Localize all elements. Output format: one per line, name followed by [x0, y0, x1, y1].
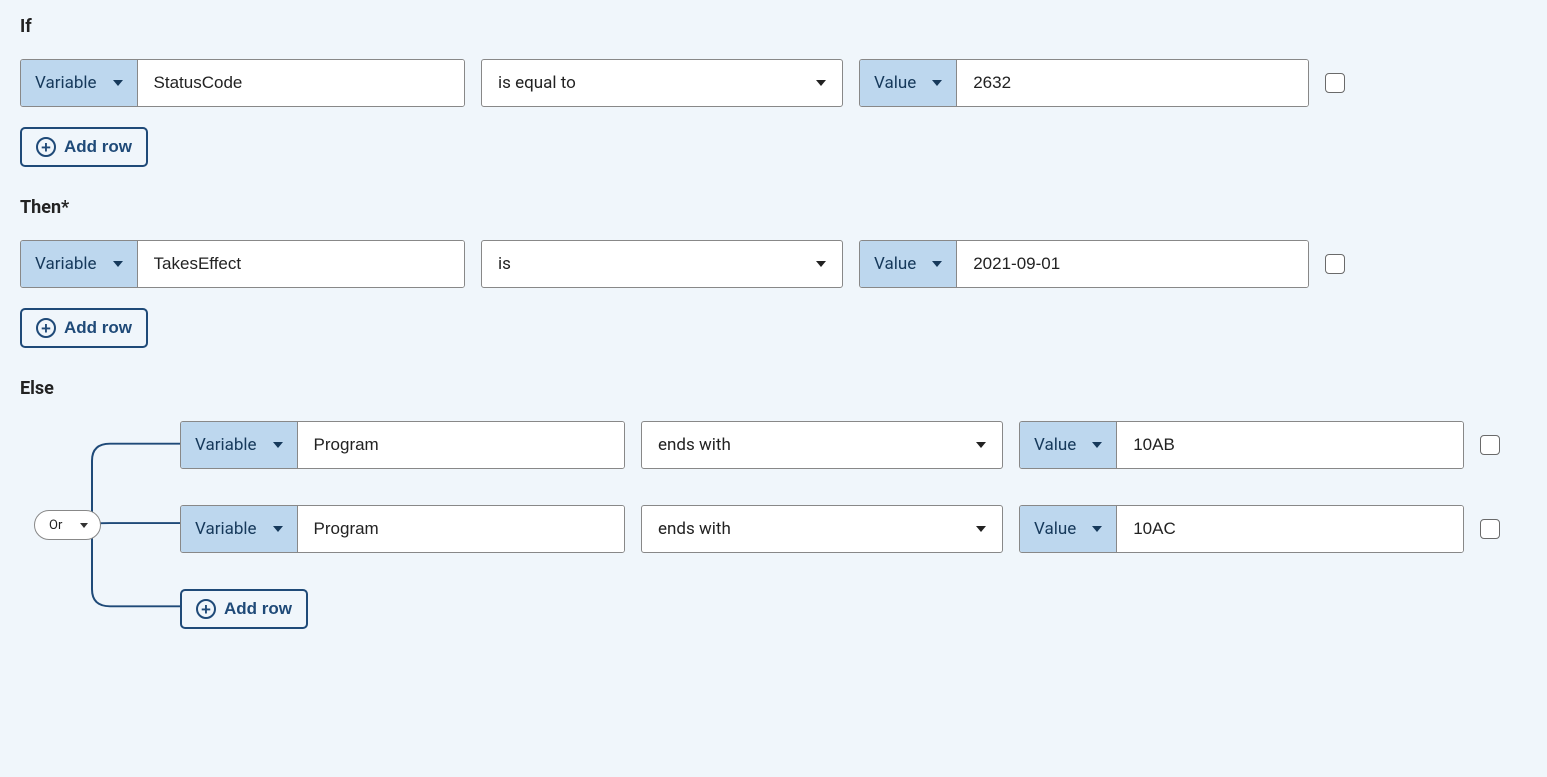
operator-value: is equal to — [498, 73, 576, 93]
variable-name-input[interactable] — [138, 60, 464, 106]
variable-name-input[interactable] — [298, 506, 624, 552]
value-type-select[interactable]: Value — [1020, 422, 1117, 468]
else-section: Else Or Variable — [20, 378, 1527, 629]
value-group: Value — [1019, 421, 1464, 469]
variable-name-input[interactable] — [138, 241, 464, 287]
logic-operator-select[interactable]: Or — [34, 510, 101, 540]
else-label: Else — [20, 378, 1527, 399]
variable-group: Variable — [20, 240, 465, 288]
value-type-select[interactable]: Value — [860, 60, 957, 106]
operator-value: is — [498, 254, 511, 274]
value-input[interactable] — [957, 241, 1308, 287]
chevron-down-icon — [80, 523, 88, 528]
variable-type-select[interactable]: Variable — [21, 60, 138, 106]
operator-value: ends with — [658, 435, 731, 455]
chevron-down-icon — [816, 80, 826, 86]
else-block: Or Variable ends with — [20, 421, 1527, 629]
row-checkbox[interactable] — [1480, 519, 1500, 539]
chevron-down-icon — [1092, 442, 1102, 448]
row-checkbox[interactable] — [1325, 254, 1345, 274]
if-section: If Variable is equal to Value + Add row — [20, 16, 1527, 167]
add-row-label: Add row — [64, 137, 132, 157]
operator-select[interactable]: is equal to — [481, 59, 843, 107]
if-label: If — [20, 16, 1527, 37]
chevron-down-icon — [932, 80, 942, 86]
condition-row: Variable is equal to Value — [20, 59, 1527, 107]
chevron-down-icon — [113, 80, 123, 86]
chevron-down-icon — [976, 442, 986, 448]
value-type-select[interactable]: Value — [860, 241, 957, 287]
operator-value: ends with — [658, 519, 731, 539]
plus-circle-icon: + — [36, 137, 56, 157]
value-type-select[interactable]: Value — [1020, 506, 1117, 552]
value-prefix-label: Value — [1034, 435, 1076, 455]
plus-circle-icon: + — [36, 318, 56, 338]
condition-row: Variable ends with Value — [180, 505, 1527, 553]
add-row-button[interactable]: + Add row — [20, 127, 148, 167]
variable-prefix-label: Variable — [195, 519, 257, 539]
chevron-down-icon — [932, 261, 942, 267]
add-row-label: Add row — [224, 599, 292, 619]
variable-type-select[interactable]: Variable — [181, 422, 298, 468]
value-group: Value — [859, 240, 1309, 288]
chevron-down-icon — [816, 261, 826, 267]
condition-row: Variable ends with Value — [180, 421, 1527, 469]
row-checkbox[interactable] — [1325, 73, 1345, 93]
condition-row: Variable is Value — [20, 240, 1527, 288]
variable-type-select[interactable]: Variable — [21, 241, 138, 287]
value-prefix-label: Value — [874, 254, 916, 274]
chevron-down-icon — [113, 261, 123, 267]
value-group: Value — [859, 59, 1309, 107]
operator-select[interactable]: is — [481, 240, 843, 288]
operator-select[interactable]: ends with — [641, 421, 1003, 469]
connector-column: Or — [20, 421, 180, 629]
chevron-down-icon — [273, 442, 283, 448]
chevron-down-icon — [1092, 526, 1102, 532]
add-row-label: Add row — [64, 318, 132, 338]
operator-select[interactable]: ends with — [641, 505, 1003, 553]
variable-prefix-label: Variable — [35, 73, 97, 93]
variable-name-input[interactable] — [298, 422, 624, 468]
add-row-button[interactable]: + Add row — [20, 308, 148, 348]
variable-type-select[interactable]: Variable — [181, 506, 298, 552]
nested-rows: Variable ends with Value — [180, 421, 1527, 629]
value-input[interactable] — [1117, 422, 1463, 468]
value-prefix-label: Value — [1034, 519, 1076, 539]
variable-prefix-label: Variable — [195, 435, 257, 455]
logic-operator-label: Or — [49, 518, 62, 533]
plus-circle-icon: + — [196, 599, 216, 619]
row-checkbox[interactable] — [1480, 435, 1500, 455]
value-input[interactable] — [957, 60, 1308, 106]
variable-prefix-label: Variable — [35, 254, 97, 274]
variable-group: Variable — [20, 59, 465, 107]
value-input[interactable] — [1117, 506, 1463, 552]
chevron-down-icon — [976, 526, 986, 532]
then-section: Then* Variable is Value + Add row — [20, 197, 1527, 348]
value-prefix-label: Value — [874, 73, 916, 93]
then-label: Then* — [20, 197, 1527, 218]
variable-group: Variable — [180, 421, 625, 469]
value-group: Value — [1019, 505, 1464, 553]
chevron-down-icon — [273, 526, 283, 532]
add-row-button[interactable]: + Add row — [180, 589, 308, 629]
variable-group: Variable — [180, 505, 625, 553]
